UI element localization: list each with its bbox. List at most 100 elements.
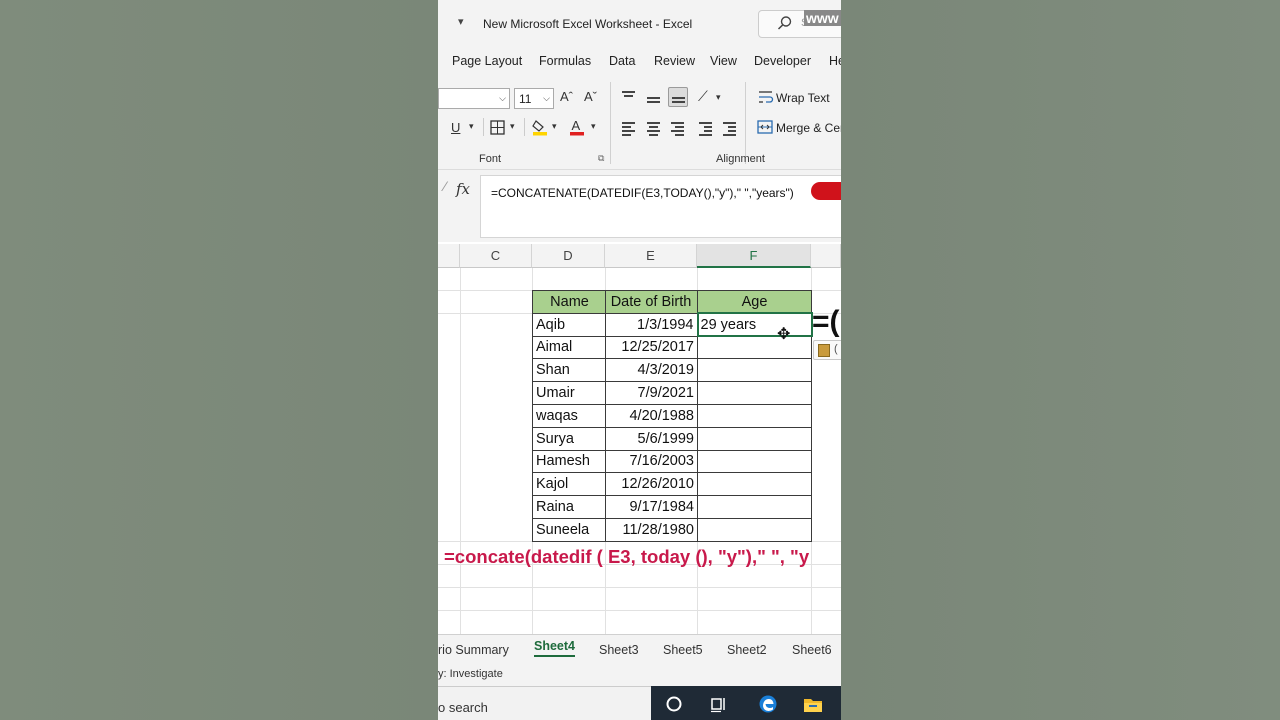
sheet-tab-sheet5[interactable]: Sheet5	[663, 643, 703, 657]
chevron-down-icon: ⌵	[543, 93, 550, 103]
merge-center-button[interactable]: Merge & Cen	[776, 121, 841, 135]
column-header-e[interactable]: E	[605, 244, 697, 268]
header-date-of-birth[interactable]: Date of Birth	[605, 290, 698, 314]
middle-align-button[interactable]	[644, 88, 664, 108]
column-header-c[interactable]: C	[460, 244, 532, 268]
tab-formulas[interactable]: Formulas	[539, 54, 591, 68]
font-color-icon[interactable]: A	[569, 118, 585, 136]
cell-name[interactable]: Aimal	[532, 335, 606, 360]
status-text[interactable]: y: Investigate	[438, 668, 503, 680]
chevron-down-icon[interactable]: ▾	[552, 121, 557, 132]
taskbar-search[interactable]: o search	[438, 686, 651, 720]
cell-name[interactable]: waqas	[532, 403, 606, 428]
cell-dob[interactable]: 9/17/1984	[605, 495, 698, 519]
cell-age[interactable]	[697, 403, 812, 428]
cell-age[interactable]	[697, 381, 812, 405]
top-align-button[interactable]	[619, 86, 639, 106]
decrease-indent-button[interactable]	[696, 117, 716, 137]
tab-review[interactable]: Review	[654, 54, 695, 68]
column-header-b[interactable]	[438, 244, 460, 268]
cell-age[interactable]	[697, 472, 812, 497]
cell-age-active[interactable]: 29 years	[696, 312, 813, 338]
cell-name[interactable]: Hamesh	[532, 449, 606, 474]
tab-page-layout[interactable]: Page Layout	[452, 54, 522, 68]
cell-name[interactable]: Kajol	[532, 472, 606, 497]
cell-age[interactable]	[697, 449, 812, 474]
paste-options-button[interactable]: (	[813, 340, 841, 360]
cell-name[interactable]: Umair	[532, 381, 606, 405]
dialog-launcher-icon[interactable]: ⧉	[598, 153, 604, 164]
file-explorer-icon[interactable]	[803, 695, 823, 713]
edge-browser-icon[interactable]	[758, 694, 778, 714]
shrink-font-button[interactable]: Aˇ	[584, 89, 597, 104]
align-center-button[interactable]	[644, 117, 664, 137]
grow-font-button[interactable]: Aˆ	[560, 89, 573, 104]
tab-data[interactable]: Data	[609, 54, 635, 68]
cell-age[interactable]	[697, 517, 812, 542]
tab-help[interactable]: He	[829, 54, 841, 68]
bottom-align-button[interactable]	[668, 87, 688, 107]
divider	[610, 82, 611, 164]
header-age[interactable]: Age	[697, 290, 812, 314]
tab-view[interactable]: View	[710, 54, 737, 68]
cell-age[interactable]	[697, 495, 812, 519]
sheet-tab-sheet2[interactable]: Sheet2	[727, 643, 767, 657]
data-table: Name Date of Birth Age Aqib 1/3/1994 29 …	[532, 290, 813, 542]
cell-dob[interactable]: 7/9/2021	[605, 381, 698, 405]
table-row: waqas 4/20/1988	[532, 403, 812, 428]
increase-indent-button[interactable]	[720, 117, 740, 137]
borders-icon[interactable]	[490, 120, 505, 135]
cortana-icon[interactable]	[665, 695, 683, 713]
sheet-tab-bar: rio Summary Sheet4 Sheet3 Sheet5 Sheet2 …	[438, 634, 841, 664]
align-lines-icon	[622, 91, 635, 103]
chevron-down-icon[interactable]: ▾	[510, 121, 515, 132]
chevron-down-icon[interactable]: ▾	[716, 92, 721, 103]
cell-dob[interactable]: 4/20/1988	[605, 403, 698, 428]
font-size-select[interactable]: 11 ⌵	[514, 88, 554, 109]
formula-input[interactable]: =CONCATENATE(DATEDIF(E3,TODAY(),"y")," "…	[480, 175, 841, 238]
insert-function-button[interactable]: fx	[456, 180, 470, 198]
sheet-tab-sheet3[interactable]: Sheet3	[599, 643, 639, 657]
formula-bar: ⁄ fx =CONCATENATE(DATEDIF(E3,TODAY(),"y"…	[438, 170, 841, 242]
header-name[interactable]: Name	[532, 290, 606, 314]
cell-dob[interactable]: 1/3/1994	[605, 312, 698, 337]
chevron-down-icon[interactable]: ▾	[469, 121, 474, 132]
cell-dob[interactable]: 11/28/1980	[605, 517, 698, 542]
orientation-icon[interactable]: ⟋	[698, 88, 708, 105]
cell-dob[interactable]: 12/26/2010	[605, 472, 698, 497]
tab-developer[interactable]: Developer	[754, 54, 811, 68]
cell-dob[interactable]: 4/3/2019	[605, 358, 698, 383]
cell-dob[interactable]: 12/25/2017	[605, 335, 698, 360]
cell-age[interactable]	[697, 335, 812, 360]
column-header-d[interactable]: D	[532, 244, 605, 268]
table-row: Kajol 12/26/2010	[532, 472, 812, 497]
task-view-icon[interactable]	[710, 695, 728, 713]
cell-dob[interactable]: 5/6/1999	[605, 426, 698, 451]
align-lines-icon	[671, 122, 684, 138]
cell-age[interactable]	[697, 426, 812, 451]
align-right-button[interactable]	[668, 117, 688, 137]
fill-color-icon[interactable]	[532, 118, 548, 136]
cell-name[interactable]: Aqib	[532, 312, 606, 337]
sheet-tab-sheet4[interactable]: Sheet4	[534, 639, 575, 657]
font-name-select[interactable]: ⌵	[438, 88, 510, 109]
align-left-button[interactable]	[619, 117, 639, 137]
chevron-down-icon[interactable]: ▾	[591, 121, 596, 132]
cell-name[interactable]: Raina	[532, 495, 606, 519]
wrap-text-button[interactable]: Wrap Text	[776, 91, 830, 105]
merge-center-icon	[757, 120, 773, 134]
column-header-f[interactable]: F	[697, 244, 811, 268]
sheet-tab-sheet6[interactable]: Sheet6	[792, 643, 832, 657]
search-icon	[777, 16, 792, 30]
cell-name[interactable]: Surya	[532, 426, 606, 451]
sheet-tab-summary[interactable]: rio Summary	[438, 643, 509, 657]
overlay-caption: =concate(datedif ( E3, today (), "y")," …	[444, 546, 810, 567]
cell-name[interactable]: Shan	[532, 358, 606, 383]
cell-name[interactable]: Suneela	[532, 517, 606, 542]
column-header-g[interactable]	[811, 244, 841, 268]
quick-access-dropdown[interactable]: ▾	[458, 15, 464, 28]
cell-dob[interactable]: 7/16/2003	[605, 449, 698, 474]
table-header-row: Name Date of Birth Age	[532, 290, 812, 314]
underline-button[interactable]: U	[451, 120, 460, 135]
cell-age[interactable]	[697, 358, 812, 383]
